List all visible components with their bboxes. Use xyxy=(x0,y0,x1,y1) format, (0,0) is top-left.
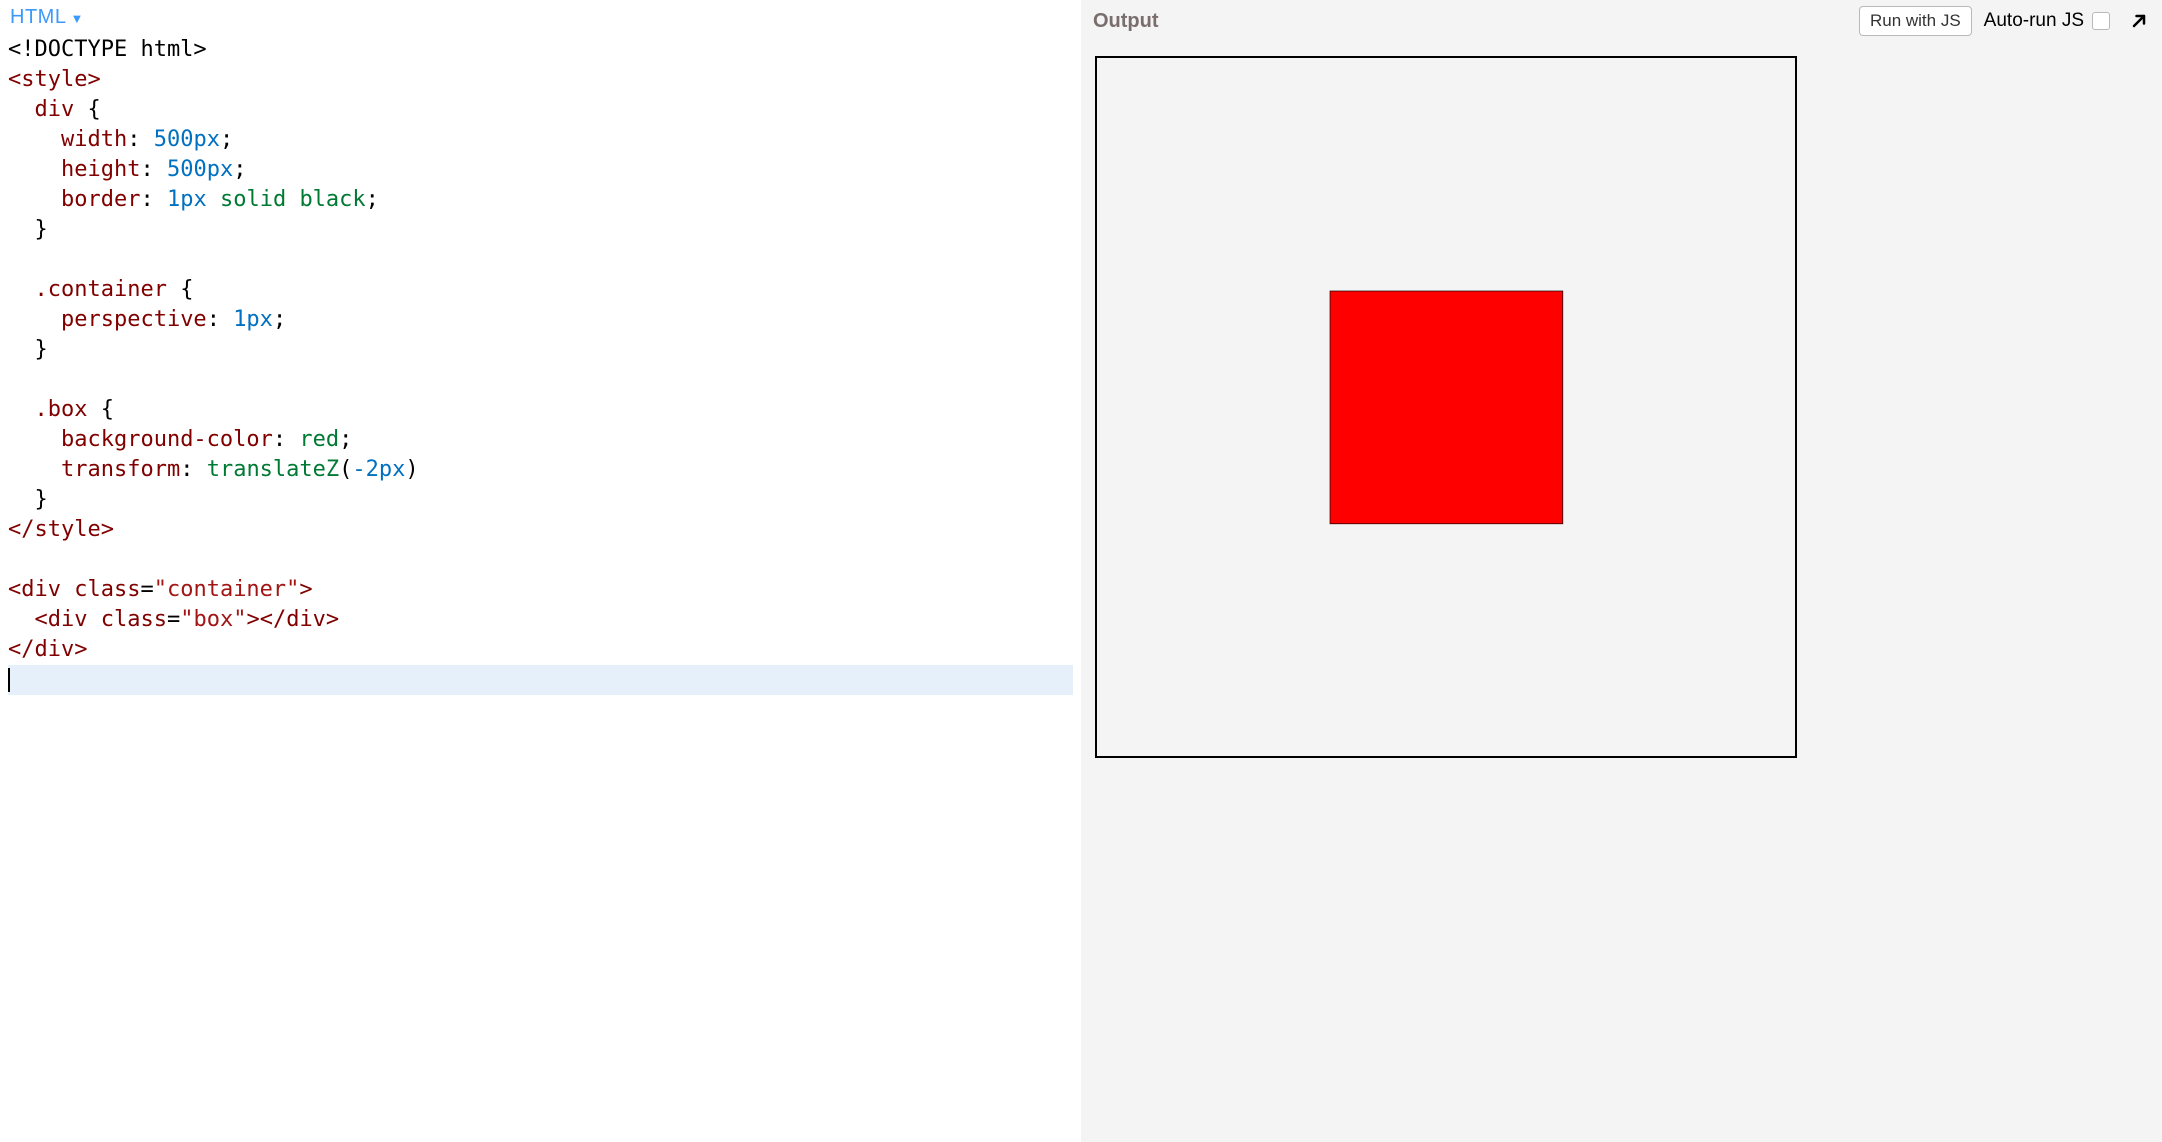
code-line[interactable]: border: 1px solid black; xyxy=(8,185,1073,215)
code-line[interactable]: } xyxy=(8,485,1073,515)
code-line[interactable]: perspective: 1px; xyxy=(8,305,1073,335)
code-editor[interactable]: <!DOCTYPE html><style> div { width: 500p… xyxy=(0,35,1081,1142)
expand-icon[interactable] xyxy=(2128,10,2150,32)
editor-header: HTML ▼ xyxy=(0,0,1081,35)
text-cursor xyxy=(8,668,10,692)
autorun-toggle[interactable]: Auto-run JS xyxy=(1984,10,2110,32)
code-line[interactable]: </style> xyxy=(8,515,1073,545)
code-line[interactable]: .box { xyxy=(8,395,1073,425)
code-line[interactable]: width: 500px; xyxy=(8,125,1073,155)
code-line[interactable] xyxy=(8,545,1073,575)
code-line-active[interactable] xyxy=(8,665,1073,695)
output-body xyxy=(1081,42,2162,1142)
output-header: Output Run with JS Auto-run JS xyxy=(1081,0,2162,42)
code-line[interactable]: <!DOCTYPE html> xyxy=(8,35,1073,65)
language-selector[interactable]: HTML xyxy=(10,6,66,29)
output-pane: Output Run with JS Auto-run JS xyxy=(1081,0,2162,1142)
editor-pane: HTML ▼ <!DOCTYPE html><style> div { widt… xyxy=(0,0,1081,1142)
run-with-js-button[interactable]: Run with JS xyxy=(1859,6,1972,36)
rendered-box xyxy=(1330,291,1563,524)
code-line[interactable]: <div class="box"></div> xyxy=(8,605,1073,635)
code-line[interactable] xyxy=(8,365,1073,395)
code-line[interactable]: div { xyxy=(8,95,1073,125)
code-line[interactable]: .container { xyxy=(8,275,1073,305)
code-line[interactable]: } xyxy=(8,215,1073,245)
code-line[interactable]: </div> xyxy=(8,635,1073,665)
autorun-checkbox[interactable] xyxy=(2092,12,2110,30)
code-line[interactable] xyxy=(8,245,1073,275)
code-line[interactable]: height: 500px; xyxy=(8,155,1073,185)
chevron-down-icon[interactable]: ▼ xyxy=(70,10,83,25)
app-root: HTML ▼ <!DOCTYPE html><style> div { widt… xyxy=(0,0,2162,1142)
code-line[interactable]: background-color: red; xyxy=(8,425,1073,455)
code-line[interactable]: <div class="container"> xyxy=(8,575,1073,605)
rendered-container xyxy=(1095,56,1797,758)
code-line[interactable]: } xyxy=(8,335,1073,365)
code-line[interactable]: transform: translateZ(-2px) xyxy=(8,455,1073,485)
code-line[interactable]: <style> xyxy=(8,65,1073,95)
output-label: Output xyxy=(1093,10,1159,33)
autorun-label: Auto-run JS xyxy=(1984,10,2084,32)
